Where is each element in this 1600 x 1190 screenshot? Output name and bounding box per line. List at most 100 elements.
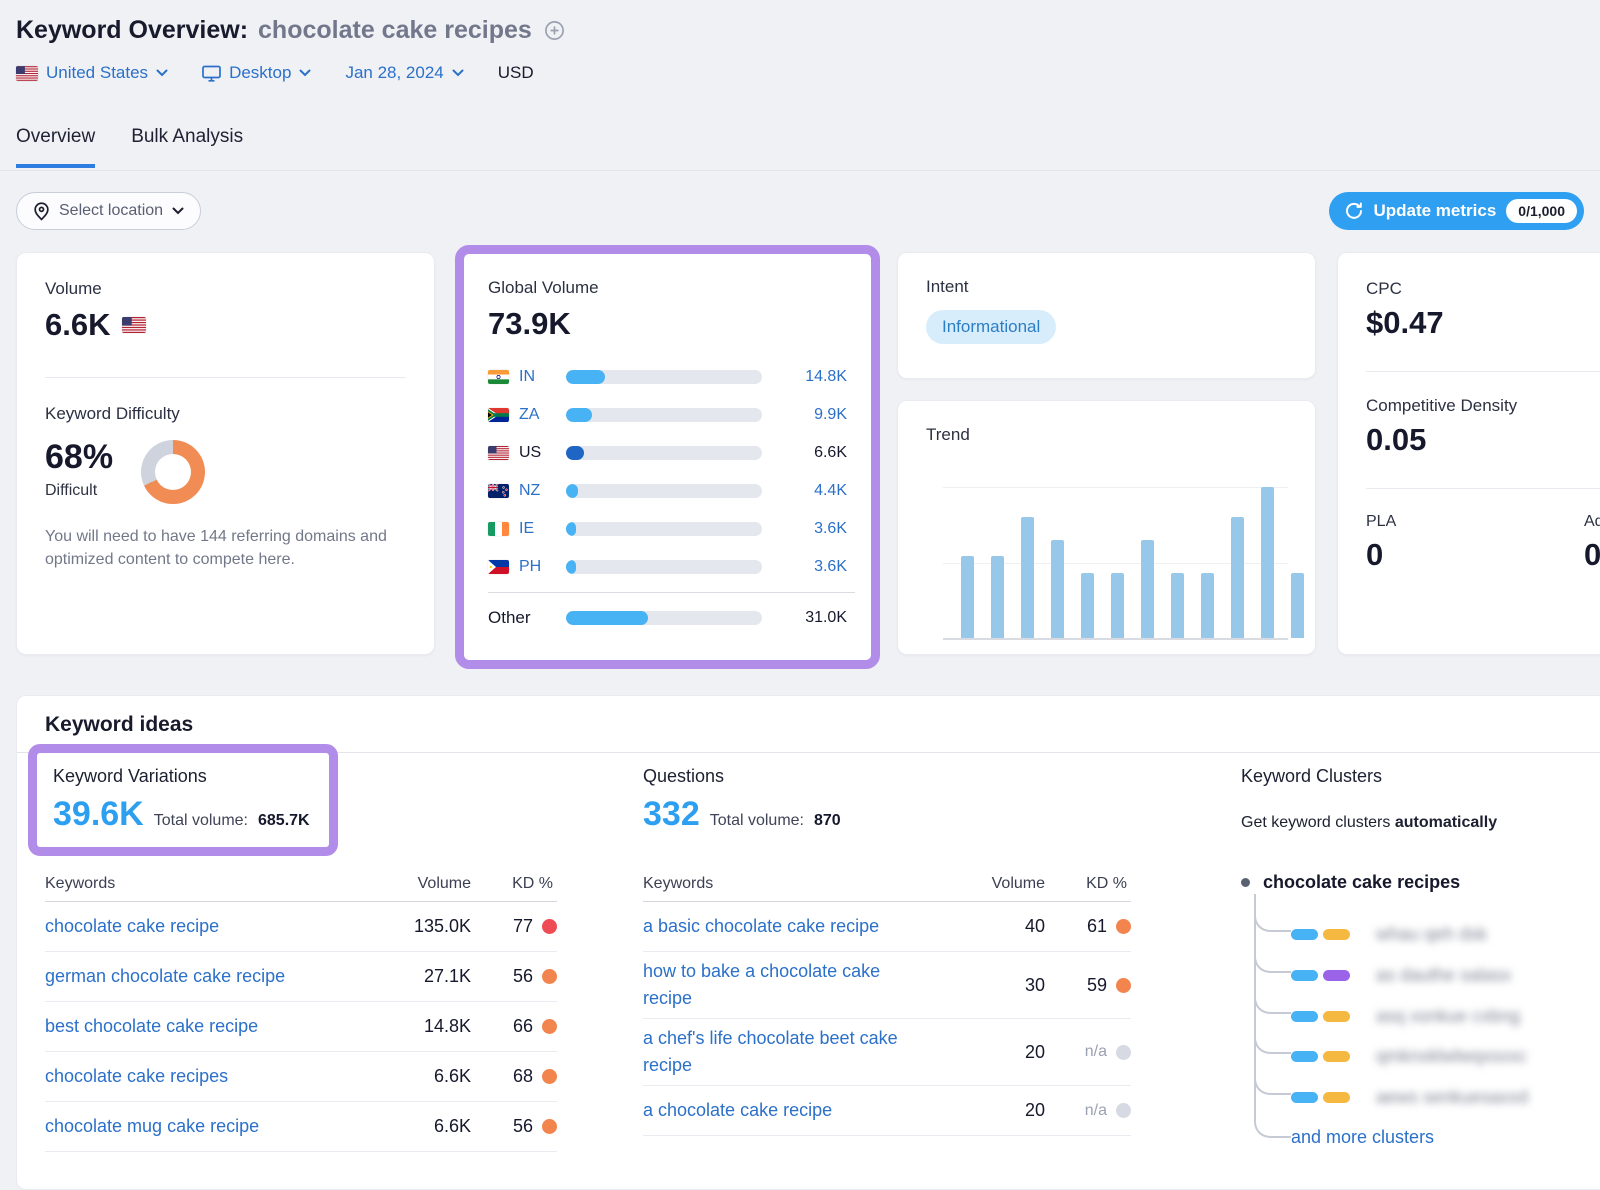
table-header: Keywords Volume KD % [45,866,557,902]
kd-dot [542,1019,557,1034]
questions-count[interactable]: 332 [643,795,700,834]
trend-bar [1171,573,1184,638]
volume-cell: 27.1K [375,966,471,987]
global-volume-card: Global Volume 73.9K IN 14.8K ZA 9.9K [464,254,871,660]
tabs-divider [0,170,1600,171]
col-kd: KD % [471,875,557,893]
keyword-link[interactable]: a chocolate cake recipe [643,1097,969,1124]
kd-value: 61 [1087,916,1107,937]
cluster-item-label: whau qeh dsk [1376,924,1487,945]
volume-bar-fill [566,484,578,498]
country-volume: 4.4K [814,482,847,500]
total-volume-value: 870 [814,812,841,830]
page-title-keyword: chocolate cake recipes [258,16,532,45]
keyword-link[interactable]: how to bake a chocolate cake recipe [643,958,969,1012]
tab-bulk-analysis[interactable]: Bulk Analysis [131,126,243,168]
cluster-bullet [1241,878,1250,887]
select-location-label: Select location [59,202,163,220]
add-keyword-icon[interactable] [544,20,565,41]
volume-cell: 20 [969,1100,1045,1121]
us-flag-icon [122,317,146,333]
trend-bar [1261,487,1274,638]
kd-dot [542,1119,557,1134]
tab-overview[interactable]: Overview [16,126,95,168]
col-volume: Volume [969,875,1045,893]
za-flag-icon [488,408,509,422]
total-volume-value: 685.7K [258,812,310,830]
volume-bar [566,560,762,574]
col-keywords: Keywords [643,875,969,893]
trend-label: Trend [926,425,1287,445]
volume-bar [566,611,762,625]
country-code: NZ [519,482,555,500]
country-volume: 14.8K [805,368,847,386]
kd-cell: 59 [1045,975,1131,996]
other-volume: 31.0K [805,609,847,627]
country-filter[interactable]: United States [16,63,168,83]
global-volume-row-ie: IE 3.6K [488,510,855,548]
volume-bar-fill [566,446,584,460]
volume-bar [566,522,762,536]
kd-value: 59 [1087,975,1107,996]
desktop-icon [202,65,221,82]
country-code: PH [519,558,555,576]
volume-bar [566,370,762,384]
more-clusters-link[interactable]: and more clusters [1291,1127,1434,1148]
date-filter[interactable]: Jan 28, 2024 [345,63,463,83]
cluster-bar-icon [1291,1092,1350,1103]
keyword-link[interactable]: chocolate cake recipes [45,1063,375,1090]
global-volume-rows: IN 14.8K ZA 9.9K US 6.6K [488,358,855,637]
page-title-label: Keyword Overview: [16,16,248,45]
cpc-value: $0.47 [1366,305,1600,341]
kd-cell: n/a [1045,1043,1131,1061]
cpc-label: CPC [1366,279,1600,299]
us-flag-icon [16,66,38,81]
trend-card: Trend [897,400,1316,655]
chevron-down-icon [156,69,168,77]
trend-bar [1291,573,1304,638]
trend-bar [1051,540,1064,638]
keyword-link[interactable]: best chocolate cake recipe [45,1013,375,1040]
select-location-button[interactable]: Select location [16,192,201,230]
keyword-link[interactable]: a chef's life chocolate beet cake recipe [643,1025,969,1079]
keyword-link[interactable]: german chocolate cake recipe [45,963,375,990]
volume-bar-fill [566,560,576,574]
difficulty-value: 68% [45,438,113,477]
chevron-down-icon [452,69,464,77]
chevron-down-icon [299,69,311,77]
trend-bar [991,556,1004,638]
kd-value: n/a [1085,1102,1107,1120]
table-row: a chef's life chocolate beet cake recipe… [643,1019,1131,1086]
device-filter[interactable]: Desktop [202,63,311,83]
keyword-link[interactable]: chocolate mug cake recipe [45,1113,375,1140]
keyword-variations-count[interactable]: 39.6K [53,795,144,834]
cluster-item: qmknxklwlwqxsxxc [1291,1046,1527,1067]
competitive-density-value: 0.05 [1366,422,1600,458]
difficulty-label: Keyword Difficulty [45,404,406,424]
col-volume: Volume [375,875,471,893]
trend-bar [1111,573,1124,638]
intent-badge[interactable]: Informational [926,310,1056,344]
table-row: chocolate cake recipes 6.6K 68 [45,1052,557,1102]
global-volume-label: Global Volume [488,278,855,298]
keyword-variations-highlight-box: Keyword Variations 39.6K Total volume: 6… [28,744,338,856]
volume-bar-fill [566,370,605,384]
col-keywords: Keywords [45,875,375,893]
volume-cell: 20 [969,1042,1045,1063]
location-pin-icon [33,202,50,221]
in-flag-icon [488,370,509,384]
subtitle-bold: automatically [1395,814,1497,831]
ads-label: Ads [1584,513,1600,531]
update-metrics-button[interactable]: Update metrics 0/1,000 [1329,192,1584,230]
volume-cell: 30 [969,975,1045,996]
kd-dot [1116,919,1131,934]
cluster-bar-icon [1291,929,1350,940]
keyword-clusters-subtitle: Get keyword clusters automatically [1241,814,1497,832]
keyword-link[interactable]: chocolate cake recipe [45,913,375,940]
keyword-link[interactable]: a basic chocolate cake recipe [643,913,969,940]
global-volume-value: 73.9K [488,306,855,342]
kd-value: 68 [513,1066,533,1087]
country-code: IN [519,368,555,386]
keyword-variations-label: Keyword Variations [53,766,313,787]
volume-card: Volume 6.6K Keyword Difficulty 68% Diffi… [16,252,435,655]
